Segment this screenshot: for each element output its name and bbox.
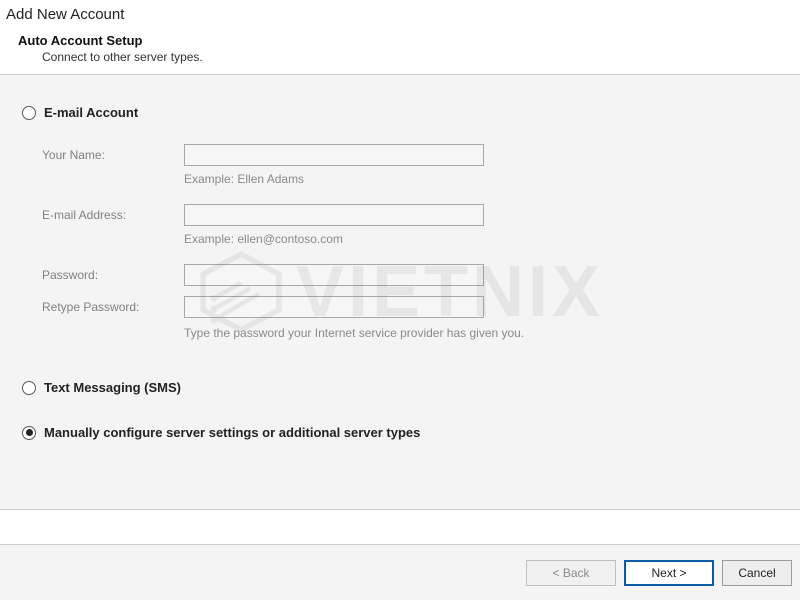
email-form: Your Name: Example: Ellen Adams E-mail A… [42,142,778,340]
retype-password-label: Retype Password: [42,300,184,314]
email-input [184,204,484,226]
back-button: < Back [526,560,616,586]
add-account-wizard: Add New Account Auto Account Setup Conne… [0,0,800,600]
password-input [184,264,484,286]
your-name-input [184,144,484,166]
cancel-button[interactable]: Cancel [722,560,792,586]
option-email-account[interactable]: E-mail Account [22,105,778,120]
header-subtitle: Connect to other server types. [18,50,782,64]
window-title: Add New Account [0,0,800,31]
option-manual-label: Manually configure server settings or ad… [44,425,420,440]
password-label: Password: [42,268,184,282]
radio-icon [22,426,36,440]
option-sms-label: Text Messaging (SMS) [44,380,181,395]
email-hint: Example: ellen@contoso.com [184,232,778,246]
retype-password-input [184,296,484,318]
radio-icon [22,381,36,395]
wizard-header: Auto Account Setup Connect to other serv… [0,31,800,74]
wizard-body: VIETNIX E-mail Account Your Name: Exampl… [0,75,800,509]
option-manual[interactable]: Manually configure server settings or ad… [22,425,778,440]
your-name-label: Your Name: [42,148,184,162]
email-label: E-mail Address: [42,208,184,222]
header-title: Auto Account Setup [18,33,782,48]
your-name-hint: Example: Ellen Adams [184,172,778,186]
option-email-account-label: E-mail Account [44,105,138,120]
next-button[interactable]: Next > [624,560,714,586]
wizard-footer: < Back Next > Cancel [0,544,800,600]
option-sms[interactable]: Text Messaging (SMS) [22,380,778,395]
radio-icon [22,106,36,120]
divider [0,509,800,510]
password-hint: Type the password your Internet service … [184,326,604,340]
